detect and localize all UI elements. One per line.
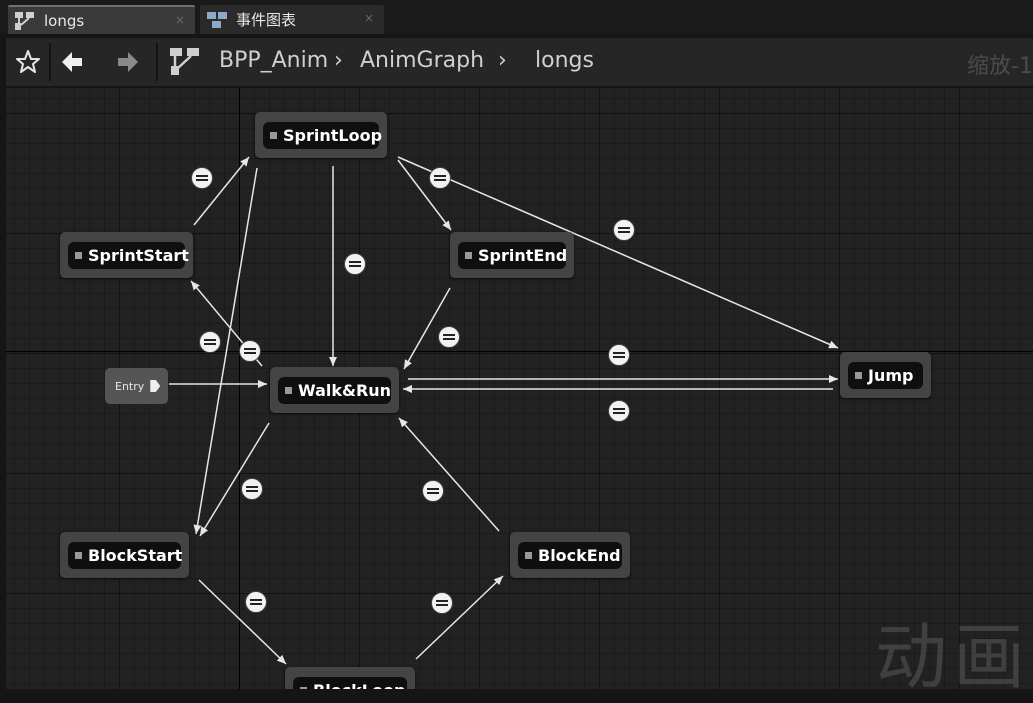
- state-label: SprintLoop: [283, 126, 383, 145]
- state-title-bar: SprintStart: [68, 242, 189, 269]
- state-icon: [285, 387, 292, 394]
- state-label: SprintStart: [88, 246, 189, 265]
- graph-type-watermark: 动画: [875, 615, 1032, 699]
- transition-rule-icon[interactable]: [239, 340, 261, 362]
- breadcrumb-separator-icon: ›: [498, 48, 507, 73]
- tab-label: longs: [44, 11, 85, 30]
- transition-rule-icon[interactable]: [344, 253, 366, 275]
- close-tab-icon[interactable]: ×: [364, 11, 374, 25]
- state-label: BlockStart: [88, 546, 183, 565]
- state-node-blockend[interactable]: BlockEnd: [510, 532, 630, 578]
- tab-longs[interactable]: longs ×: [8, 5, 195, 34]
- edge-blockstart-to-blockloop: [198, 579, 287, 665]
- tab-event-graph[interactable]: 事件图表 ×: [200, 5, 384, 34]
- state-label: SprintEnd: [478, 246, 568, 265]
- state-machine-icon: [15, 11, 34, 30]
- breadcrumb-animgraph[interactable]: AnimGraph: [360, 48, 484, 73]
- state-label: Walk&Run: [298, 381, 392, 400]
- transition-rule-icon[interactable]: [199, 331, 221, 353]
- favorite-star-icon[interactable]: [15, 49, 41, 75]
- edge-blockloop-to-blockend: [415, 575, 504, 660]
- state-node-jump[interactable]: Jump: [840, 352, 931, 398]
- state-node-blockstart[interactable]: BlockStart: [60, 532, 189, 578]
- transition-rule-icon[interactable]: [613, 219, 635, 241]
- state-node-blockloop[interactable]: BlockLoop: [285, 667, 415, 689]
- transition-rule-icon[interactable]: [191, 167, 213, 189]
- state-node-sprintloop[interactable]: SprintLoop: [255, 112, 387, 158]
- exec-pin-icon[interactable]: [150, 380, 161, 392]
- transition-rule-icon[interactable]: [608, 344, 630, 366]
- breadcrumb-separator-icon: ›: [334, 48, 343, 73]
- graph-toolbar: BPP_Anim › AnimGraph › longs 缩放-1: [6, 38, 1033, 86]
- state-title-bar: Jump: [848, 362, 923, 389]
- transition-rule-icon[interactable]: [429, 167, 451, 189]
- state-title-bar: Walk&Run: [278, 377, 391, 404]
- transition-rule-icon[interactable]: [245, 591, 267, 613]
- state-node-sprintend[interactable]: SprintEnd: [450, 232, 574, 278]
- state-icon: [75, 552, 82, 559]
- back-arrow-icon[interactable]: [60, 49, 86, 75]
- document-tab-bar: longs × 事件图表 ×: [0, 0, 1033, 34]
- state-icon: [75, 252, 82, 259]
- event-graph-icon: [207, 11, 227, 28]
- state-icon: [855, 372, 862, 379]
- transition-rule-icon[interactable]: [431, 592, 453, 614]
- breadcrumb-bpp-anim[interactable]: BPP_Anim: [219, 48, 328, 73]
- zoom-level-label: 缩放-1: [967, 54, 1033, 79]
- state-title-bar: BlockEnd: [518, 542, 622, 569]
- close-tab-icon[interactable]: ×: [175, 13, 185, 27]
- toolbar-separator: [49, 43, 51, 81]
- transition-rule-icon[interactable]: [438, 326, 460, 348]
- breadcrumb-longs[interactable]: longs: [535, 48, 594, 73]
- state-title-bar: BlockLoop: [293, 677, 407, 689]
- state-label: Jump: [868, 366, 914, 385]
- state-title-bar: SprintLoop: [263, 122, 383, 149]
- state-icon: [270, 132, 277, 139]
- tab-label: 事件图表: [236, 11, 297, 29]
- state-icon: [465, 252, 472, 259]
- state-title-bar: SprintEnd: [458, 242, 568, 269]
- forward-arrow-icon[interactable]: [114, 49, 140, 75]
- entry-node[interactable]: Entry: [105, 368, 168, 404]
- transition-rule-icon[interactable]: [422, 480, 444, 502]
- transition-rule-icon[interactable]: [608, 400, 630, 422]
- state-icon: [525, 552, 532, 559]
- edge-blockend-to-walkrun: [398, 417, 500, 532]
- state-label: BlockLoop: [313, 681, 405, 689]
- transition-rule-icon[interactable]: [241, 478, 263, 500]
- state-title-bar: BlockStart: [68, 542, 183, 569]
- state-machine-icon: [170, 48, 199, 75]
- state-label: BlockEnd: [538, 546, 621, 565]
- entry-label: Entry: [115, 379, 145, 393]
- state-node-sprintstart[interactable]: SprintStart: [60, 232, 193, 278]
- toolbar-separator: [156, 43, 158, 81]
- state-node-walkrun[interactable]: Walk&Run: [270, 367, 399, 413]
